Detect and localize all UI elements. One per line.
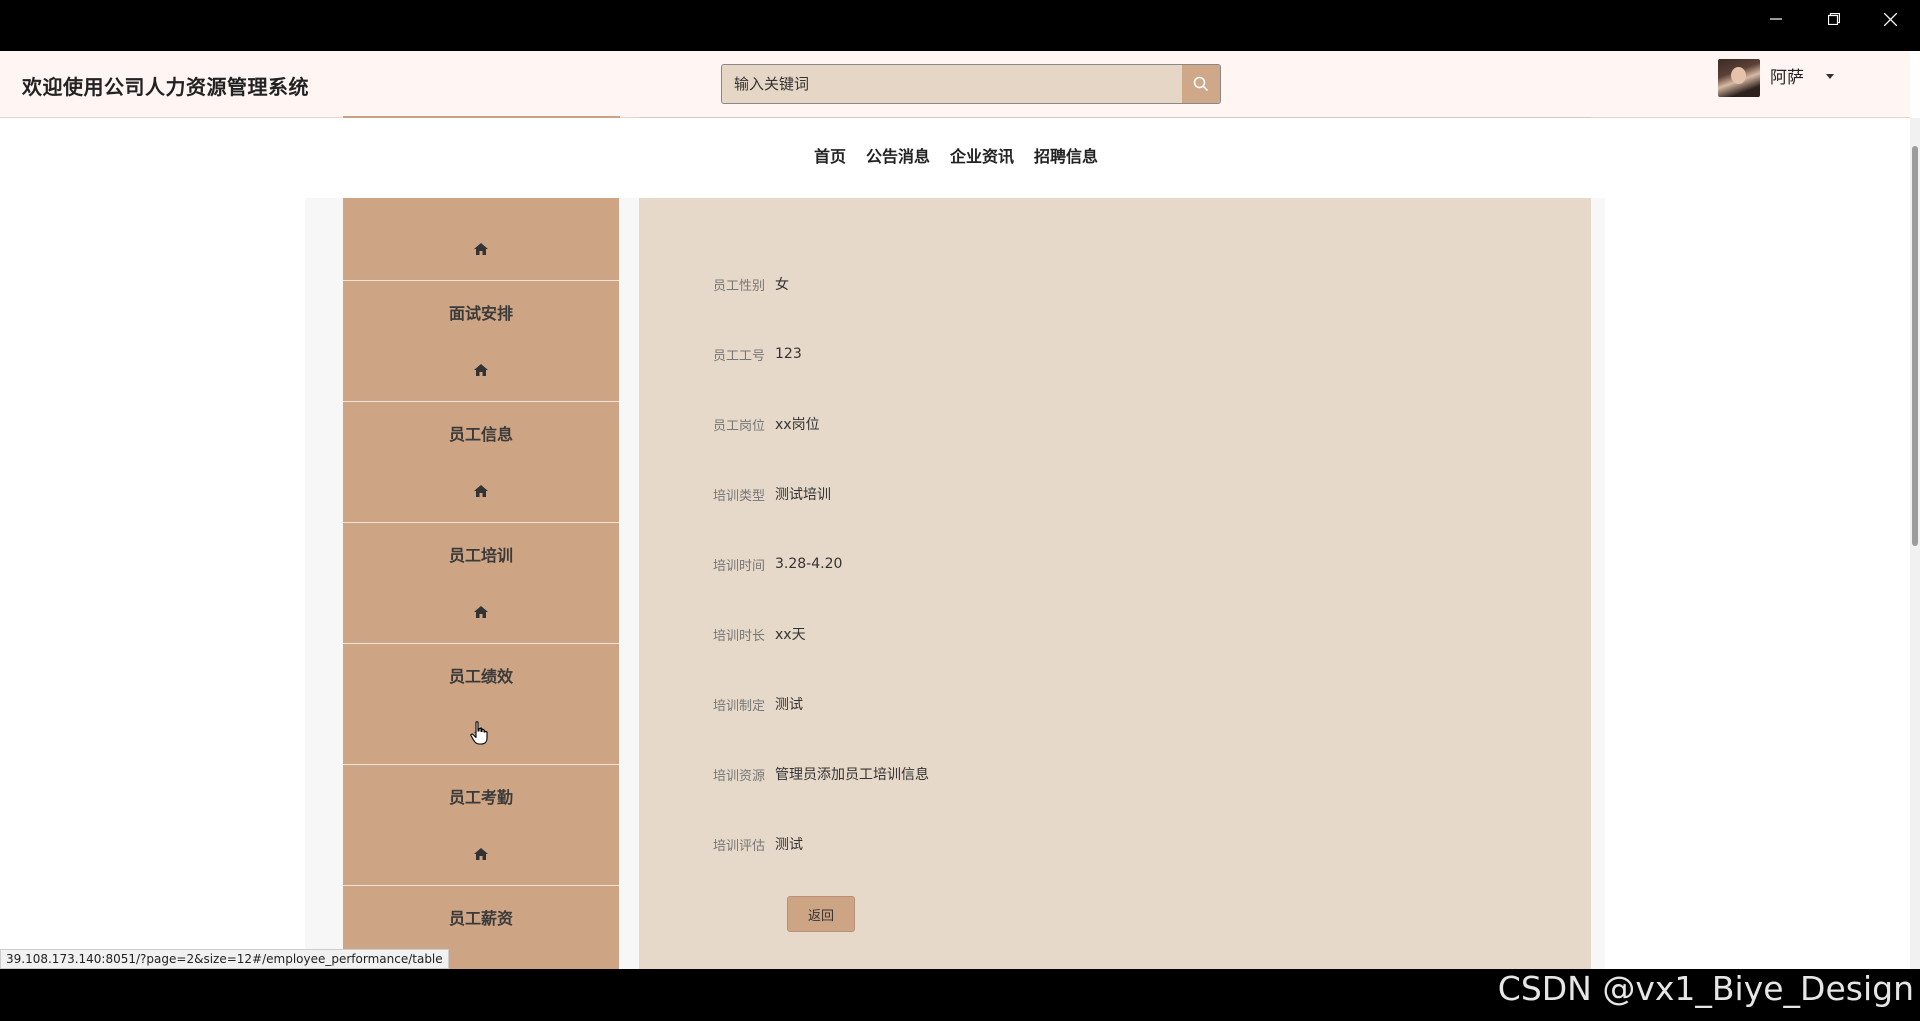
field-row: 培训资源 管理员添加员工培训信息 [639,764,929,784]
field-value: 123 [775,346,802,362]
field-row: 培训时长 xx天 [639,624,806,644]
status-bar-url: 39.108.173.140:8051/?page=2&size=12#/emp… [0,949,449,969]
field-label: 员工性别 [712,278,765,294]
field-label: 培训时长 [712,628,765,644]
field-value: xx岗位 [775,417,820,433]
field-value: 测试培训 [775,487,831,503]
field-value: 3.28-4.20 [775,556,843,572]
home-icon [474,848,488,860]
field-row: 培训评估 测试 [639,834,803,854]
sidebar-item-label: 员工培训 [448,546,513,565]
sidebar-item-label: 员工考勤 [448,788,513,807]
home-icon [474,364,488,376]
page-scrollbar[interactable] [1910,118,1920,969]
field-value: 测试 [775,697,803,713]
field-value: 女 [775,277,789,293]
sidebar-item-interview[interactable]: 面试安排 [343,280,619,401]
field-label: 培训资源 [712,768,765,784]
field-value: 测试 [775,837,803,853]
home-icon [474,243,488,255]
watermark: CSDN @vx1_Biye_Design [1497,969,1914,1008]
field-row: 员工岗位 xx岗位 [639,414,820,434]
back-button[interactable]: 返回 [787,896,855,932]
detail-panel: 员工性别 女 员工工号 123 员工岗位 xx岗位 培训类型 测试培训 培训时间… [639,198,1591,969]
minimize-icon[interactable] [1748,0,1804,38]
field-label: 员工岗位 [712,418,765,434]
search-bar [721,64,1221,104]
field-row: 员工性别 女 [639,274,789,294]
field-row: 员工工号 123 [639,344,802,364]
field-label: 员工工号 [712,348,765,364]
browser-viewport: 欢迎使用公司人力资源管理系统 阿萨 首页 公告消息 企业资讯 招聘信息 [0,51,1920,969]
home-icon [474,606,488,618]
field-label: 培训时间 [712,558,765,574]
nav-link-home[interactable]: 首页 [814,143,846,167]
field-value: xx天 [775,627,806,643]
scrollbar-thumb[interactable] [1912,146,1918,546]
username[interactable]: 阿萨 [1770,63,1804,88]
sidebar: 面试安排 员工信息 员工培训 员工绩效 员工考勤 员工薪资 [343,198,619,969]
field-row: 培训类型 测试培训 [639,484,831,504]
hand-cursor-icon [470,721,488,745]
sidebar-item-training[interactable]: 员工培训 [343,522,619,643]
field-row: 培训时间 3.28-4.20 [639,554,842,574]
restore-icon[interactable] [1806,0,1862,38]
site-title: 欢迎使用公司人力资源管理系统 [22,75,309,99]
field-value: 管理员添加员工培训信息 [775,767,929,783]
sidebar-item-label: 面试安排 [448,304,513,323]
chevron-down-icon[interactable] [1826,73,1834,79]
search-icon [1193,76,1209,92]
search-button[interactable] [1182,65,1220,103]
nav-link-news[interactable]: 企业资讯 [950,143,1014,167]
user-menu[interactable]: 阿萨 [1718,59,1834,97]
sidebar-item-label: 员工信息 [448,425,513,444]
nav-link-recruitment[interactable]: 招聘信息 [1034,143,1098,167]
sidebar-item-performance[interactable]: 员工绩效 [343,643,619,764]
field-row: 培训制定 测试 [639,694,803,714]
home-icon [474,485,488,497]
sidebar-item-label: 员工绩效 [448,667,513,686]
nav-link-announcements[interactable]: 公告消息 [866,143,930,167]
field-label: 培训评估 [712,838,765,854]
site-header: 欢迎使用公司人力资源管理系统 阿萨 [0,51,1910,118]
sidebar-item-previous[interactable] [343,198,619,280]
close-icon[interactable] [1862,0,1918,38]
search-input[interactable] [722,65,1182,103]
sidebar-item-employee-info[interactable]: 员工信息 [343,401,619,522]
window-titlebar [0,0,1920,51]
field-label: 培训类型 [712,488,765,504]
sidebar-header-strip [343,51,620,118]
sidebar-item-attendance[interactable]: 员工考勤 [343,764,619,885]
sidebar-item-label: 员工薪资 [448,909,513,928]
avatar[interactable] [1718,59,1760,97]
field-label: 培训制定 [712,698,765,714]
